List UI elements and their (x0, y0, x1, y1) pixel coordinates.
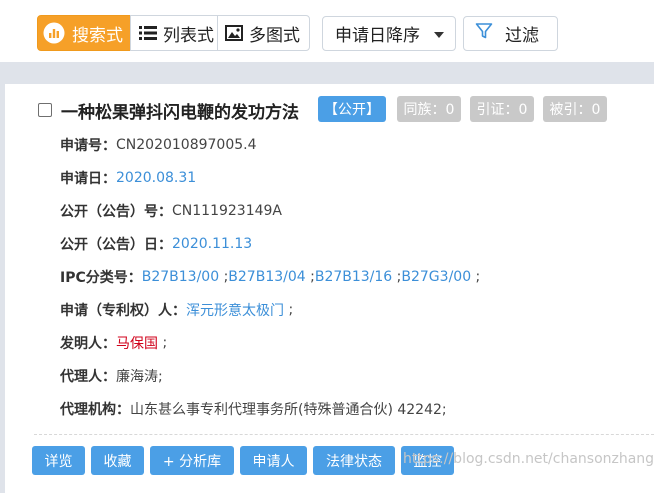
sort-select[interactable]: 申请日降序 (322, 16, 456, 51)
detail-button[interactable]: 详览 (32, 446, 85, 475)
image-icon (225, 25, 243, 41)
field-publication-date: 公开（公告）日： 2020.11.13 (60, 227, 650, 260)
family-count-badge[interactable]: 同族：0 (397, 96, 461, 122)
list-icon (139, 25, 157, 41)
field-label: 代理机构： (60, 401, 130, 418)
field-label: 代理人： (60, 368, 116, 385)
view-mode-group: 搜索式 列表式 多图式 (37, 15, 310, 51)
divider (34, 434, 654, 435)
view-list-button[interactable]: 列表式 (130, 15, 218, 51)
field-label: 公开（公告）号： (60, 203, 172, 220)
publication-date-link[interactable]: 2020.11.13 (172, 236, 252, 252)
cited-count-badge[interactable]: 被引：0 (543, 96, 607, 122)
view-multi-label: 多图式 (249, 25, 300, 46)
field-label: IPC分类号： (60, 269, 142, 286)
result-fields: 申请号： CN202010897005.4 申请日： 2020.08.31 公开… (60, 128, 650, 425)
field-label: 发明人： (60, 335, 116, 352)
sort-select-value: 申请日降序 (335, 26, 420, 46)
result-title[interactable]: 一种松果弹抖闪电鞭的发功方法 (61, 98, 299, 123)
field-ipc: IPC分类号： B27B13/00 ; B27B13/04 ; B27B13/1… (60, 268, 481, 286)
field-label: 公开（公告）日： (60, 236, 172, 253)
caret-down-icon (434, 32, 444, 38)
view-search-label: 搜索式 (72, 25, 123, 46)
ipc-link[interactable]: B27B13/16 (315, 269, 392, 285)
ipc-link[interactable]: B27B13/04 (228, 269, 305, 285)
status-badge-public: 【公开】 (318, 96, 386, 122)
inventor-link[interactable]: 马保国 (116, 333, 158, 353)
result-actions: 详览 收藏 + 分析库 申请人 法律状态 监控 (32, 446, 460, 475)
view-list-label: 列表式 (163, 25, 214, 46)
ipc-link[interactable]: B27B13/00 (142, 269, 219, 285)
ipc-link[interactable]: B27G3/00 (401, 269, 471, 285)
application-date-link[interactable]: 2020.08.31 (116, 170, 196, 186)
applicant-button[interactable]: 申请人 (240, 446, 307, 475)
field-label: 申请日： (60, 170, 116, 187)
filter-label: 过滤 (505, 26, 539, 46)
field-applicant: 申请（专利权）人： 浑元形意太极门 ; (60, 300, 294, 320)
field-agent: 代理人： 廉海涛; (60, 359, 650, 392)
field-publication-number: 公开（公告）号： CN111923149A (60, 194, 650, 227)
search-chart-icon (42, 21, 66, 45)
view-search-button[interactable]: 搜索式 (37, 15, 131, 51)
field-label: 申请（专利权）人： (60, 302, 186, 319)
applicant-link[interactable]: 浑元形意太极门 (186, 300, 284, 320)
field-inventor: 发明人： 马保国 ; (60, 333, 168, 353)
field-value: CN202010897005.4 (116, 136, 257, 153)
funnel-icon (475, 22, 493, 45)
watermark: https://blog.csdn.net/chansonzhang (403, 451, 654, 467)
add-library-button[interactable]: + 分析库 (150, 446, 234, 475)
result-checkbox[interactable] (38, 103, 52, 117)
favorite-button[interactable]: 收藏 (91, 446, 144, 475)
toolbar: 搜索式 列表式 多图式 申请日降序 过滤 (0, 0, 654, 62)
field-application-date: 申请日： 2020.08.31 (60, 161, 650, 194)
field-application-number: 申请号： CN202010897005.4 (60, 128, 650, 161)
field-value: 廉海涛; (116, 368, 163, 385)
citation-count-badge[interactable]: 引证：0 (470, 96, 534, 122)
filter-button[interactable]: 过滤 (463, 16, 558, 51)
legal-status-button[interactable]: 法律状态 (313, 446, 395, 475)
view-multi-button[interactable]: 多图式 (217, 15, 310, 51)
field-label: 申请号： (60, 137, 116, 154)
field-value: CN111923149A (172, 202, 282, 219)
result-card: 一种松果弹抖闪电鞭的发功方法 【公开】 同族：0 引证：0 被引：0 申请号： … (5, 84, 654, 493)
field-agency: 代理机构： 山东甚么事专利代理事务所(特殊普通合伙) 42242; (60, 392, 650, 425)
field-value: 山东甚么事专利代理事务所(特殊普通合伙) 42242; (130, 401, 447, 418)
